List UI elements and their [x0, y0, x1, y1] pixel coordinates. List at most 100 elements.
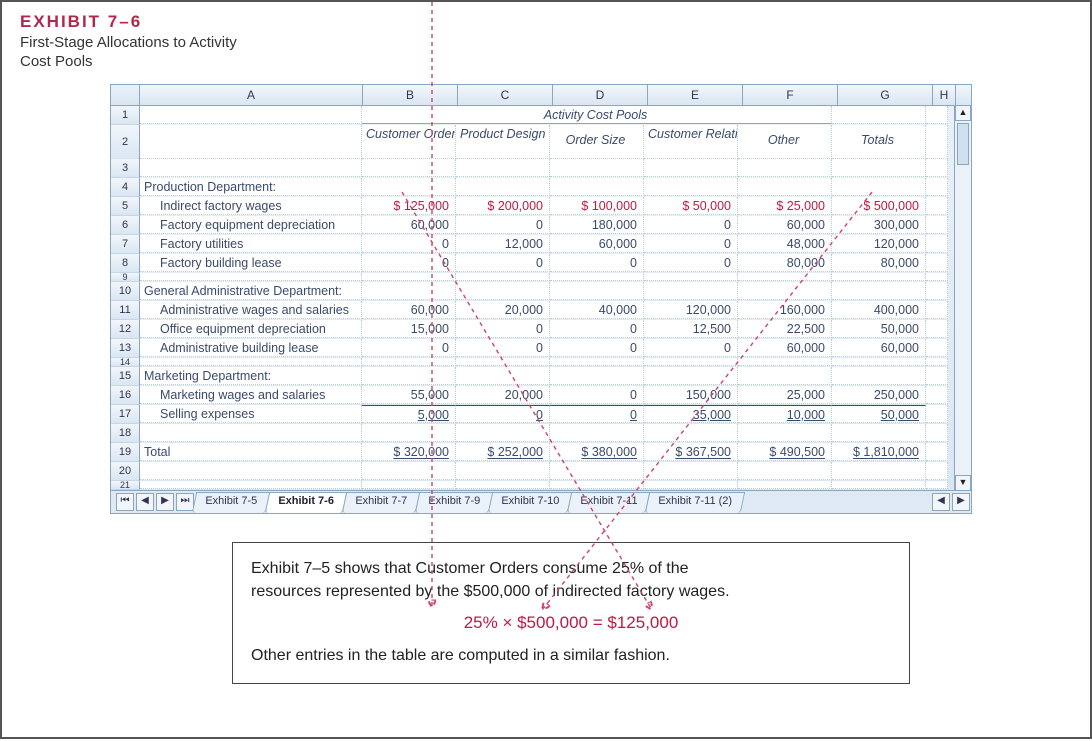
- cell[interactable]: [644, 367, 738, 385]
- cell[interactable]: 300,000: [832, 216, 926, 234]
- cell[interactable]: [140, 358, 362, 366]
- cell[interactable]: 0: [456, 320, 550, 338]
- cell[interactable]: 0: [362, 254, 456, 272]
- cell[interactable]: [644, 481, 738, 489]
- header-product-design[interactable]: Product Design: [456, 125, 550, 159]
- cell[interactable]: [362, 282, 456, 300]
- row-header-11[interactable]: 11: [111, 301, 140, 320]
- cell[interactable]: [456, 481, 550, 489]
- cell[interactable]: [550, 481, 644, 489]
- cell[interactable]: 0: [456, 254, 550, 272]
- cell[interactable]: [832, 462, 926, 480]
- row-label[interactable]: Factory equipment depreciation: [140, 216, 362, 234]
- col-header-A[interactable]: A: [140, 85, 363, 105]
- cell[interactable]: [738, 367, 832, 385]
- row-header-7[interactable]: 7: [111, 235, 140, 254]
- cell[interactable]: 50,000: [832, 405, 926, 423]
- cell[interactable]: [926, 125, 948, 159]
- cell[interactable]: [362, 424, 456, 442]
- sheet-tab-exhibit-7-5[interactable]: Exhibit 7-5: [192, 492, 270, 513]
- cell[interactable]: 25,000: [738, 386, 832, 404]
- cell[interactable]: [832, 159, 926, 177]
- cell[interactable]: [140, 462, 362, 480]
- cell[interactable]: [738, 273, 832, 281]
- cell[interactable]: $ 25,000: [738, 197, 832, 215]
- cell[interactable]: 50,000: [832, 320, 926, 338]
- cell[interactable]: 0: [362, 235, 456, 253]
- cell[interactable]: [832, 178, 926, 196]
- cell[interactable]: $ 1,810,000: [832, 443, 926, 461]
- cell[interactable]: 20,000: [456, 301, 550, 319]
- tab-nav-prev-icon[interactable]: ◀: [136, 493, 154, 511]
- cell[interactable]: 40,000: [550, 301, 644, 319]
- cell[interactable]: [550, 273, 644, 281]
- cell[interactable]: [738, 462, 832, 480]
- cell[interactable]: 0: [550, 405, 644, 423]
- row-header-20[interactable]: 20: [111, 462, 140, 481]
- cell[interactable]: 5,000: [362, 405, 456, 423]
- cell[interactable]: 80,000: [738, 254, 832, 272]
- total-label[interactable]: Total: [140, 443, 362, 461]
- activity-cost-pools-heading[interactable]: Activity Cost Pools: [362, 106, 832, 124]
- cell[interactable]: [926, 405, 948, 423]
- cell[interactable]: 0: [550, 320, 644, 338]
- row-header-10[interactable]: 10: [111, 282, 140, 301]
- cell[interactable]: [926, 339, 948, 357]
- row-header-3[interactable]: 3: [111, 159, 140, 178]
- cell[interactable]: [926, 273, 948, 281]
- cell[interactable]: 0: [550, 254, 644, 272]
- select-all-corner[interactable]: [111, 85, 140, 105]
- cell[interactable]: [926, 235, 948, 253]
- cell[interactable]: [140, 125, 362, 159]
- cell[interactable]: 60,000: [738, 216, 832, 234]
- cell[interactable]: [644, 424, 738, 442]
- cell[interactable]: [362, 481, 456, 489]
- cell[interactable]: [738, 424, 832, 442]
- scroll-down-icon[interactable]: ▼: [955, 475, 971, 491]
- cell[interactable]: 0: [644, 235, 738, 253]
- sheet-tab-exhibit-7-10[interactable]: Exhibit 7-10: [487, 492, 572, 513]
- header-other[interactable]: Other: [738, 125, 832, 159]
- row-header-1[interactable]: 1: [111, 106, 140, 125]
- cell[interactable]: [550, 159, 644, 177]
- cell[interactable]: [362, 462, 456, 480]
- sheet-tab-exhibit-7-6[interactable]: Exhibit 7-6: [265, 492, 347, 513]
- cell[interactable]: [832, 273, 926, 281]
- row-label[interactable]: Indirect factory wages: [140, 197, 362, 215]
- cell[interactable]: [832, 282, 926, 300]
- cell[interactable]: [926, 462, 948, 480]
- cell[interactable]: [926, 424, 948, 442]
- cell[interactable]: [456, 424, 550, 442]
- sheet-tab-exhibit-7-7[interactable]: Exhibit 7-7: [341, 492, 419, 513]
- cell[interactable]: [738, 282, 832, 300]
- col-header-H[interactable]: H: [933, 85, 956, 105]
- row-header-13[interactable]: 13: [111, 339, 140, 358]
- cell[interactable]: [644, 159, 738, 177]
- cell[interactable]: 20,000: [456, 386, 550, 404]
- cell[interactable]: 0: [456, 339, 550, 357]
- row-label[interactable]: Administrative building lease: [140, 339, 362, 357]
- header-customer-orders[interactable]: Customer Orders: [362, 125, 456, 159]
- cell[interactable]: [456, 367, 550, 385]
- hscroll-right-icon[interactable]: ▶: [952, 493, 970, 511]
- cell[interactable]: $ 380,000: [550, 443, 644, 461]
- admin-dept-label[interactable]: General Administrative Department:: [140, 282, 362, 300]
- cell[interactable]: $ 490,500: [738, 443, 832, 461]
- scroll-track[interactable]: [955, 167, 971, 475]
- row-header-9[interactable]: 9: [111, 273, 140, 282]
- cell[interactable]: [738, 481, 832, 489]
- cell[interactable]: [926, 367, 948, 385]
- row-header-15[interactable]: 15: [111, 367, 140, 386]
- cell[interactable]: 55,000: [362, 386, 456, 404]
- cell[interactable]: 80,000: [832, 254, 926, 272]
- cell[interactable]: [926, 159, 948, 177]
- cell[interactable]: $ 320,000: [362, 443, 456, 461]
- cell[interactable]: 180,000: [550, 216, 644, 234]
- cell[interactable]: $ 500,000: [832, 197, 926, 215]
- row-label[interactable]: Factory building lease: [140, 254, 362, 272]
- cell[interactable]: 0: [550, 386, 644, 404]
- col-header-B[interactable]: B: [363, 85, 458, 105]
- row-label[interactable]: Selling expenses: [140, 405, 362, 423]
- col-header-E[interactable]: E: [648, 85, 743, 105]
- cell[interactable]: [738, 358, 832, 366]
